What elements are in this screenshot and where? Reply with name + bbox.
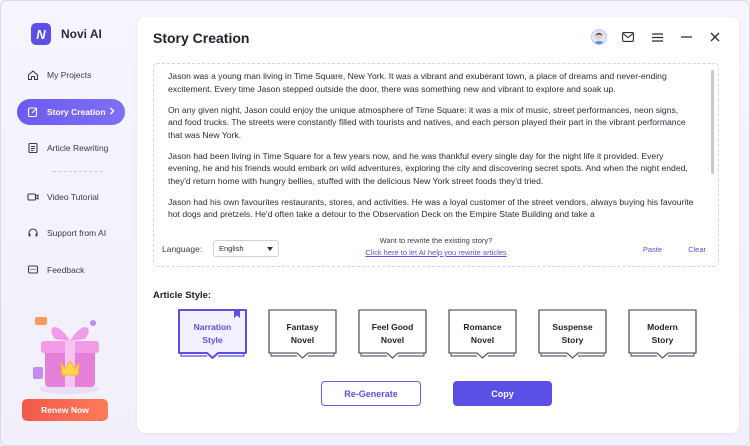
style-card-label: Modern Story: [647, 322, 678, 345]
rewrite-question: Want to rewrite the existing story?: [379, 236, 493, 245]
sidebar-item-story-creation[interactable]: Story Creation: [17, 98, 125, 125]
sidebar-divider: [53, 170, 103, 172]
app-logo: N: [31, 23, 51, 45]
style-card-romance[interactable]: Romance Novel: [448, 308, 517, 360]
app-window: N Novi AI My Projects Story Creation Art…: [0, 0, 750, 446]
regenerate-button[interactable]: Re-Generate: [321, 381, 421, 406]
sidebar-item-label: Story Creation: [47, 106, 106, 117]
style-card-fantasy[interactable]: Fantasy Novel: [268, 308, 337, 360]
brand: N Novi AI: [31, 23, 102, 45]
chevron-right-icon: [110, 107, 115, 114]
story-editor[interactable]: Jason was a young man living in Time Squ…: [153, 63, 719, 267]
style-card-label: Fantasy Novel: [286, 322, 319, 345]
story-text[interactable]: Jason was a young man living in Time Squ…: [154, 64, 702, 232]
sidebar: N Novi AI My Projects Story Creation Art…: [1, 1, 135, 445]
article-style-options: Narration Style Fantasy Novel Feel Good …: [178, 308, 697, 360]
style-card-label: Feel Good Novel: [371, 322, 414, 345]
app-name: Novi AI: [61, 27, 102, 41]
headset-icon: [28, 228, 38, 237]
title-bar-icons: [591, 29, 723, 45]
page-title: Story Creation: [153, 30, 250, 46]
style-card-narration[interactable]: Narration Style: [178, 308, 247, 360]
style-card-label: Suspense Story: [552, 322, 593, 345]
avatar-image: [591, 29, 607, 45]
style-card-suspense[interactable]: Suspense Story: [538, 308, 607, 360]
style-card-feel-good[interactable]: Feel Good Novel: [358, 308, 427, 360]
story-paragraph: On any given night, Jason could enjoy th…: [168, 104, 686, 140]
renew-now-button[interactable]: Renew Now: [22, 399, 108, 421]
sidebar-item-video-tutorial[interactable]: Video Tutorial: [17, 184, 125, 210]
sidebar-item-support-from-ai[interactable]: Support from AI: [17, 220, 125, 246]
story-paragraph: Jason had been living in Time Square for…: [168, 150, 688, 186]
style-card-label: Romance Novel: [463, 322, 502, 345]
style-card-label: Narration Style: [193, 322, 232, 345]
menu-icon[interactable]: [649, 29, 665, 45]
sidebar-item-label: My Projects: [47, 70, 92, 80]
sidebar-item-label: Feedback: [47, 264, 85, 275]
gift-box-icon: [33, 317, 99, 394]
video-icon: [27, 192, 39, 201]
edit-icon: [27, 106, 38, 117]
close-icon[interactable]: [707, 29, 723, 45]
minimize-icon[interactable]: [678, 29, 694, 45]
sidebar-item-label: Video Tutorial: [47, 191, 99, 202]
article-style-label: Article Style:: [153, 290, 212, 301]
mail-icon[interactable]: [620, 29, 636, 45]
story-paragraph: Jason had his own favourites restaurants…: [168, 196, 694, 220]
editor-footer: Language: English Want to rewrite the ex…: [154, 232, 718, 266]
home-icon: [27, 70, 39, 81]
main-panel: Story Creation Jason was a young man liv…: [137, 17, 739, 433]
sidebar-item-label: Support from AI: [47, 228, 107, 238]
document-icon: [28, 142, 38, 154]
copy-button[interactable]: Copy: [453, 381, 552, 406]
story-paragraph: Jason was a young man living in Time Squ…: [168, 71, 667, 94]
rewrite-link[interactable]: Click here to let AI help you rewrite ar…: [154, 248, 718, 257]
sidebar-nav: My Projects Story Creation Article Rewri…: [17, 62, 125, 293]
sidebar-item-article-rewriting[interactable]: Article Rewriting: [17, 135, 125, 161]
paste-button[interactable]: Paste: [643, 245, 662, 254]
sidebar-item-label: Article Rewriting: [47, 143, 109, 153]
sidebar-item-my-projects[interactable]: My Projects: [17, 62, 125, 88]
style-card-modern[interactable]: Modern Story: [628, 308, 697, 360]
avatar[interactable]: [591, 29, 607, 45]
scrollbar[interactable]: [711, 70, 714, 174]
sidebar-item-feedback[interactable]: Feedback: [17, 257, 125, 283]
clear-button[interactable]: Clear: [688, 245, 706, 254]
chat-icon: [27, 264, 39, 274]
